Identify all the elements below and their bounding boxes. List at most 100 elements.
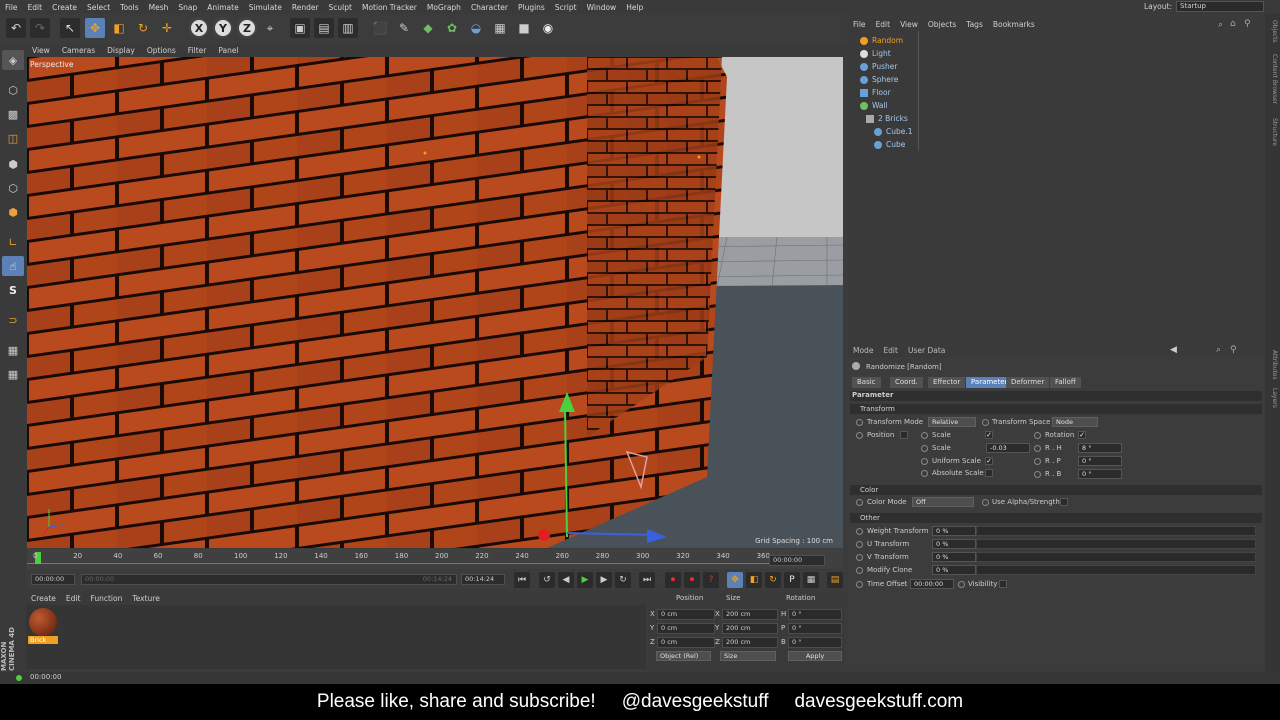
time-offset-anim-icon[interactable] — [856, 581, 863, 588]
menu-script[interactable]: Script — [550, 3, 582, 12]
deformer-icon[interactable]: ◒ — [466, 18, 486, 38]
use-alpha-anim-icon[interactable] — [982, 499, 989, 506]
tweak-mode-icon[interactable]: ☝ — [2, 256, 24, 276]
rotation-h-field[interactable]: 0 ° — [788, 609, 842, 620]
layout-dropdown[interactable]: Startup — [1176, 1, 1264, 12]
y-axis-lock-button[interactable]: Y — [213, 18, 233, 38]
menu-motion-tracker[interactable]: Motion Tracker — [357, 3, 422, 12]
attributes-menu-edit[interactable]: Edit — [878, 346, 903, 355]
scale-tool-icon[interactable]: ◧ — [109, 18, 129, 38]
transform-mode-anim-icon[interactable] — [856, 419, 863, 426]
go-to-end-icon[interactable]: ⏭ — [639, 572, 655, 588]
side-tab-structure[interactable]: Structure — [1267, 118, 1278, 146]
live-selection-icon[interactable]: ✛ — [157, 18, 177, 38]
camera-icon[interactable]: ■ — [514, 18, 534, 38]
rotation-anim-icon[interactable] — [1034, 432, 1041, 439]
record-parameter-icon[interactable]: P — [784, 572, 800, 588]
visibility-checkbox[interactable] — [999, 580, 1007, 588]
timeline-window-icon[interactable]: ▤ — [827, 572, 843, 588]
color-mode-select[interactable]: Off — [912, 497, 974, 507]
menu-mesh[interactable]: Mesh — [144, 3, 174, 12]
autokey-icon[interactable]: ⏺ — [684, 572, 700, 588]
objects-menu-objects[interactable]: Objects — [923, 20, 961, 29]
u-transform-field[interactable]: 0 % — [932, 539, 976, 549]
weight-transform-field[interactable]: 0 % — [932, 526, 976, 536]
rb-field[interactable]: 0 ° — [1078, 469, 1122, 479]
position-z-field[interactable]: 0 cm — [657, 637, 715, 648]
search-icon[interactable]: ⌕ — [1218, 20, 1223, 30]
z-axis-lock-button[interactable]: Z — [237, 18, 257, 38]
v-anim-icon[interactable] — [856, 554, 863, 561]
rotation-p-field[interactable]: 0 ° — [788, 623, 842, 634]
cube-primitive-icon[interactable]: ⬛ — [370, 18, 390, 38]
object-row-light[interactable]: Light — [848, 47, 1264, 60]
edges-mode-icon[interactable]: ⬡ — [2, 178, 24, 198]
tab-falloff[interactable]: Falloff — [1050, 377, 1081, 388]
spline-pen-icon[interactable]: ✎ — [394, 18, 414, 38]
v-transform-slider[interactable] — [976, 552, 1256, 562]
menu-sculpt[interactable]: Sculpt — [324, 3, 357, 12]
objects-menu-view[interactable]: View — [895, 20, 923, 29]
section-transform[interactable]: Transform — [850, 404, 1262, 414]
model-mode-icon[interactable]: ⬡ — [2, 80, 24, 100]
menu-help[interactable]: Help — [621, 3, 648, 12]
move-tool-icon[interactable]: ✥ — [85, 18, 105, 38]
position-checkbox[interactable] — [900, 431, 908, 439]
magnet-icon[interactable]: ⊃ — [2, 310, 24, 330]
visibility-anim-icon[interactable] — [958, 581, 965, 588]
absolute-scale-checkbox[interactable] — [985, 469, 993, 477]
scale-anim-icon[interactable] — [921, 432, 928, 439]
transform-space-select[interactable]: Node — [1052, 417, 1098, 427]
transform-mode-select[interactable]: Relative — [928, 417, 976, 427]
absolute-scale-anim-icon[interactable] — [921, 470, 928, 477]
record-rotation-icon[interactable]: ↻ — [765, 572, 781, 588]
position-y-field[interactable]: 0 cm — [657, 623, 715, 634]
time-offset-field[interactable]: 00:00:00 — [910, 579, 954, 589]
menu-file[interactable]: File — [0, 3, 23, 12]
tab-deformer[interactable]: Deformer — [1006, 377, 1050, 388]
light-icon[interactable]: ◉ — [538, 18, 558, 38]
scale-checkbox[interactable]: ✓ — [985, 431, 993, 439]
play-icon[interactable]: ▶ — [577, 572, 593, 588]
size-z-field[interactable]: 200 cm — [722, 637, 778, 648]
section-color[interactable]: Color — [850, 485, 1262, 495]
workplane-icon[interactable]: ▦ — [2, 340, 24, 360]
scale-value-field[interactable]: -0.03 — [986, 443, 1030, 453]
x-axis-lock-button[interactable]: X — [189, 18, 209, 38]
object-row-sphere[interactable]: Sphere — [848, 73, 1264, 86]
keyframe-selection-icon[interactable]: ? — [703, 572, 719, 588]
modify-clone-anim-icon[interactable] — [856, 567, 863, 574]
axis-mode-icon[interactable]: ∟ — [2, 232, 24, 252]
tab-coord[interactable]: Coord. — [890, 377, 923, 388]
render-view-icon[interactable]: ▣ — [290, 18, 310, 38]
tab-basic[interactable]: Basic — [852, 377, 881, 388]
side-tab-objects[interactable]: Objects — [1267, 20, 1278, 43]
apply-button[interactable]: Apply — [788, 651, 842, 661]
uniform-scale-checkbox[interactable]: ✓ — [985, 457, 993, 465]
select-tool-icon[interactable]: ↖ — [60, 18, 80, 38]
record-scale-icon[interactable]: ◧ — [746, 572, 762, 588]
render-settings-icon[interactable]: ▥ — [338, 18, 358, 38]
floor-object-icon[interactable]: ▦ — [490, 18, 510, 38]
position-anim-icon[interactable] — [856, 432, 863, 439]
viewport-menu-display[interactable]: Display — [101, 46, 141, 55]
menu-tools[interactable]: Tools — [115, 3, 143, 12]
object-row-floor[interactable]: Floor — [848, 86, 1264, 99]
material-brick[interactable]: Brick — [28, 608, 58, 644]
viewport-menu-options[interactable]: Options — [141, 46, 182, 55]
weight-anim-icon[interactable] — [856, 528, 863, 535]
viewport-menu-cameras[interactable]: Cameras — [56, 46, 101, 55]
previous-frame-icon[interactable]: ◀ — [558, 572, 574, 588]
coordinate-mode-select[interactable]: Object (Rel) — [656, 651, 711, 661]
rotation-checkbox[interactable]: ✓ — [1078, 431, 1086, 439]
side-tab-content-browser[interactable]: Content Browser — [1267, 54, 1278, 104]
undo-icon[interactable]: ↶ — [6, 18, 26, 38]
size-mode-select[interactable]: Size — [720, 651, 776, 661]
back-arrow-icon[interactable]: ◀ — [1170, 345, 1177, 355]
u-transform-slider[interactable] — [976, 539, 1256, 549]
object-row-random[interactable]: Random — [848, 34, 1264, 47]
material-manager-area[interactable]: Brick — [26, 605, 646, 669]
rh-field[interactable]: 8 ° — [1078, 443, 1122, 453]
weight-transform-slider[interactable] — [976, 526, 1256, 536]
section-other[interactable]: Other — [850, 513, 1262, 523]
